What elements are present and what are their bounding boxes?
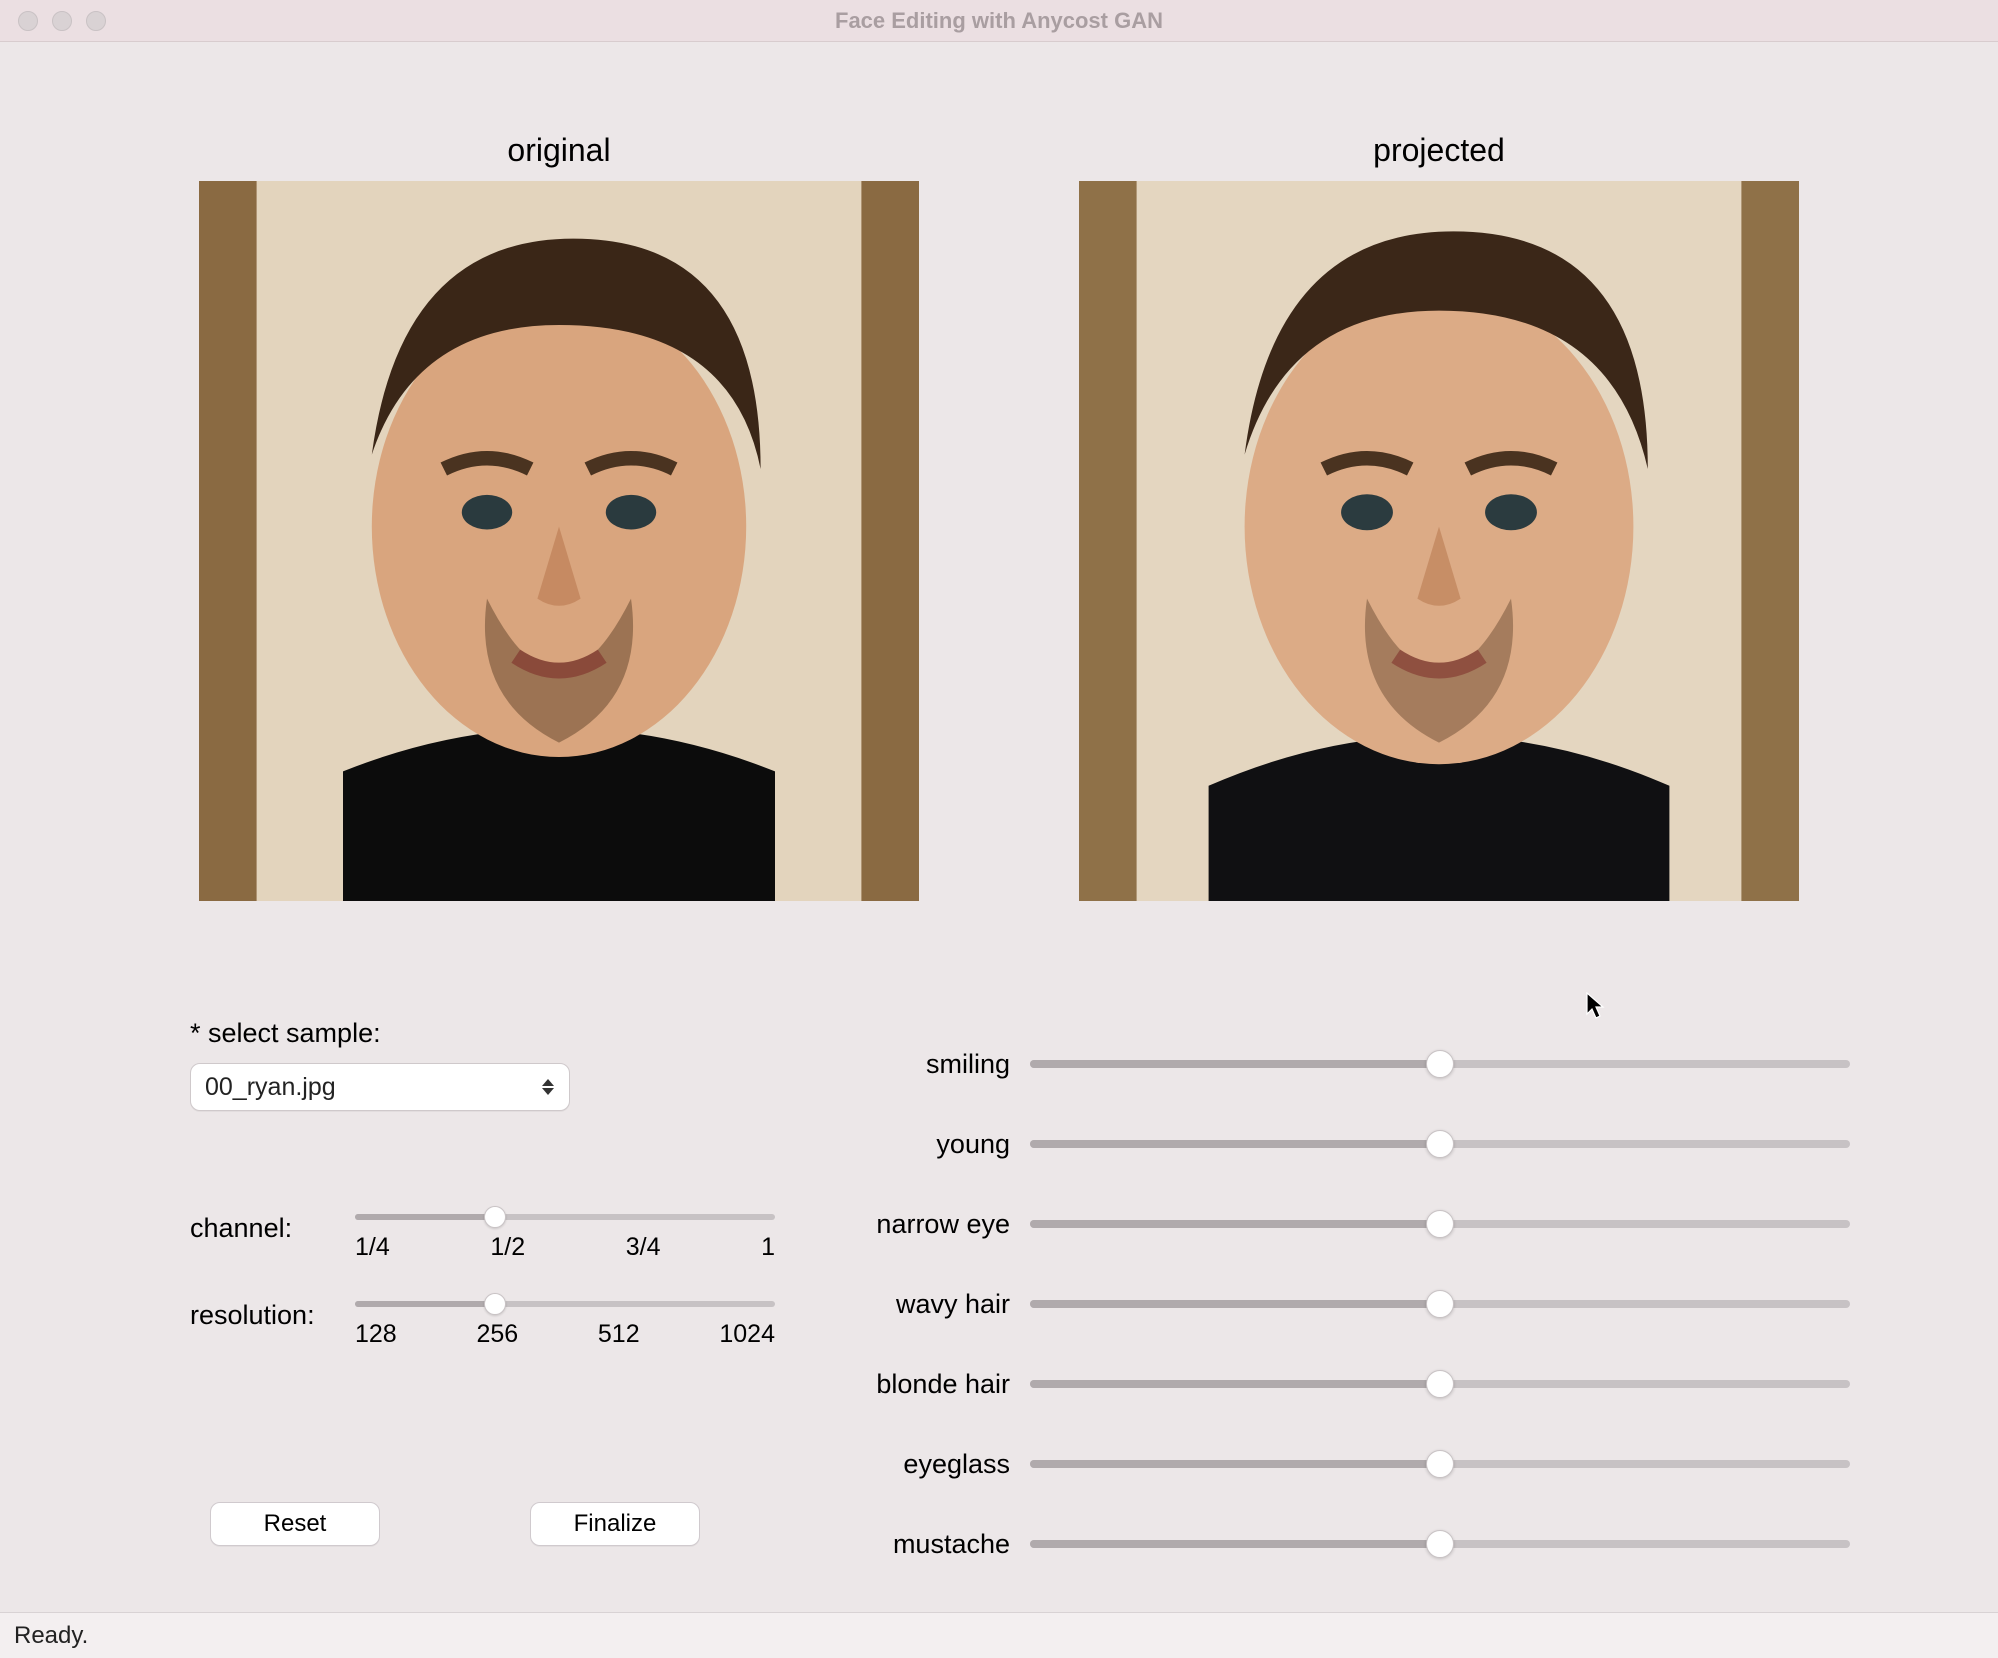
attribute-slider[interactable] <box>1030 1212 1850 1236</box>
minimize-window-button[interactable] <box>52 11 72 31</box>
attribute-label: mustache <box>830 1529 1030 1560</box>
resolution-tick: 256 <box>476 1320 518 1349</box>
attribute-slider-thumb[interactable] <box>1426 1130 1454 1158</box>
attribute-label: blonde hair <box>830 1369 1030 1400</box>
attribute-label: eyeglass <box>830 1449 1030 1480</box>
channel-ticks: 1/4 1/2 3/4 1 <box>355 1233 775 1262</box>
attribute-row: blonde hair <box>830 1344 1850 1424</box>
attribute-row: smiling <box>830 1024 1850 1104</box>
attribute-slider-thumb[interactable] <box>1426 1450 1454 1478</box>
channel-row: channel: 1/4 1/2 3/4 1 <box>190 1211 810 1262</box>
channel-tick: 1/4 <box>355 1233 390 1262</box>
app-window: Face Editing with Anycost GAN original <box>0 0 1998 1658</box>
projected-image <box>1079 181 1799 901</box>
resolution-tick: 1024 <box>719 1320 775 1349</box>
channel-tick: 1 <box>761 1233 775 1262</box>
projected-label: projected <box>1373 132 1505 169</box>
original-image <box>199 181 919 901</box>
resolution-tick: 128 <box>355 1320 397 1349</box>
reset-button[interactable]: Reset <box>210 1502 380 1546</box>
sample-select-value: 00_ryan.jpg <box>205 1073 336 1102</box>
finalize-button[interactable]: Finalize <box>530 1502 700 1546</box>
attribute-slider[interactable] <box>1030 1052 1850 1076</box>
attribute-label: smiling <box>830 1049 1030 1080</box>
attribute-slider-thumb[interactable] <box>1426 1050 1454 1078</box>
titlebar: Face Editing with Anycost GAN <box>0 0 1998 42</box>
channel-label: channel: <box>190 1211 335 1244</box>
channel-slider[interactable] <box>355 1211 775 1223</box>
original-column: original <box>199 132 919 901</box>
window-title: Face Editing with Anycost GAN <box>0 8 1998 34</box>
status-text: Ready. <box>14 1622 88 1650</box>
zoom-window-button[interactable] <box>86 11 106 31</box>
select-sample-label: * select sample: <box>190 1018 810 1049</box>
resolution-ticks: 128 256 512 1024 <box>355 1320 775 1349</box>
attribute-label: narrow eye <box>830 1209 1030 1240</box>
resolution-label: resolution: <box>190 1298 335 1331</box>
attribute-row: young <box>830 1104 1850 1184</box>
original-label: original <box>507 132 610 169</box>
resolution-row: resolution: 128 256 512 1024 <box>190 1298 810 1349</box>
attribute-slider[interactable] <box>1030 1132 1850 1156</box>
attribute-label: young <box>830 1129 1030 1160</box>
button-row: Reset Finalize <box>210 1502 700 1546</box>
attribute-slider-thumb[interactable] <box>1426 1210 1454 1238</box>
reset-button-label: Reset <box>264 1510 327 1538</box>
channel-tick: 1/2 <box>490 1233 525 1262</box>
attribute-slider[interactable] <box>1030 1372 1850 1396</box>
attribute-slider[interactable] <box>1030 1452 1850 1476</box>
close-window-button[interactable] <box>18 11 38 31</box>
channel-tick: 3/4 <box>626 1233 661 1262</box>
attribute-sliders: smiling young narrow eye wavy hair blonde ha… <box>830 1024 1850 1584</box>
attribute-row: eyeglass <box>830 1424 1850 1504</box>
attribute-slider[interactable] <box>1030 1292 1850 1316</box>
attribute-slider-thumb[interactable] <box>1426 1290 1454 1318</box>
cursor-icon <box>1586 992 1606 1020</box>
attribute-row: narrow eye <box>830 1184 1850 1264</box>
traffic-lights <box>0 11 106 31</box>
attribute-row: mustache <box>830 1504 1850 1584</box>
status-bar: Ready. <box>0 1612 1998 1658</box>
attribute-slider-thumb[interactable] <box>1426 1370 1454 1398</box>
updown-icon <box>539 1075 557 1099</box>
attribute-label: wavy hair <box>830 1289 1030 1320</box>
left-controls: * select sample: 00_ryan.jpg channel: 1/… <box>190 1018 810 1349</box>
projected-column: projected <box>1079 132 1799 901</box>
resolution-slider-thumb[interactable] <box>484 1293 506 1315</box>
content-area: original <box>0 42 1998 1612</box>
channel-slider-thumb[interactable] <box>484 1206 506 1228</box>
resolution-tick: 512 <box>598 1320 640 1349</box>
attribute-row: wavy hair <box>830 1264 1850 1344</box>
sample-select[interactable]: 00_ryan.jpg <box>190 1063 570 1111</box>
images-row: original <box>0 42 1998 901</box>
resolution-slider[interactable] <box>355 1298 775 1310</box>
attribute-slider[interactable] <box>1030 1532 1850 1556</box>
attribute-slider-thumb[interactable] <box>1426 1530 1454 1558</box>
finalize-button-label: Finalize <box>574 1510 657 1538</box>
